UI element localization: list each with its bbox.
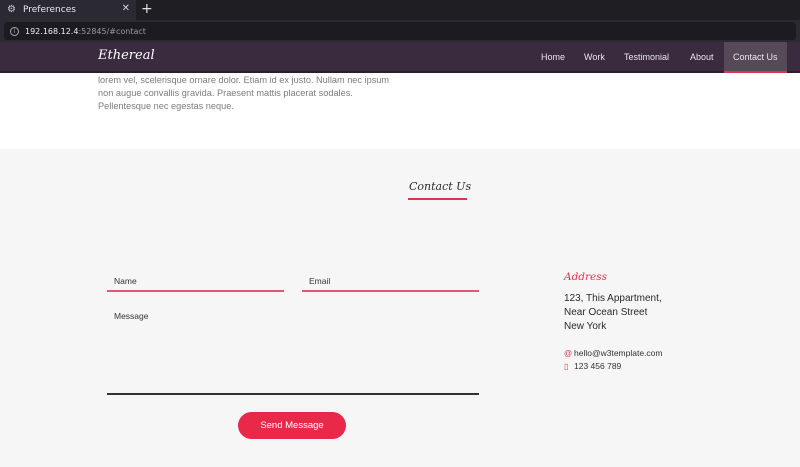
nav-home[interactable]: Home bbox=[541, 42, 565, 73]
nav-contact-us[interactable]: Contact Us bbox=[724, 42, 787, 73]
gear-icon: ⚙ bbox=[7, 4, 16, 15]
address-bar[interactable]: i 192.168.12.4:52845/#contact bbox=[4, 22, 796, 40]
message-field-underline bbox=[107, 393, 479, 395]
title-underline bbox=[408, 198, 467, 200]
address-line: Near Ocean Street bbox=[564, 307, 648, 318]
email-field[interactable]: Email bbox=[309, 276, 330, 286]
intro-line: non augue convallis gravida. Praesent ma… bbox=[98, 88, 353, 98]
email-address[interactable]: hello@w3template.com bbox=[574, 348, 662, 358]
intro-line: Pellentesque nec egestas neque. bbox=[98, 101, 234, 111]
intro-line: lorem vel, scelerisque ornare dolor. Eti… bbox=[98, 75, 390, 85]
url-path: :52845/#contact bbox=[78, 26, 146, 36]
browser-tab[interactable]: ⚙ Preferences ✕ bbox=[0, 0, 136, 20]
tab-title: Preferences bbox=[23, 5, 76, 15]
close-icon[interactable]: ✕ bbox=[122, 3, 130, 14]
browser-toolbar: i 192.168.12.4:52845/#contact bbox=[0, 20, 800, 42]
browser-tab-bar: ⚙ Preferences ✕ + bbox=[0, 0, 800, 20]
address-line: New York bbox=[564, 321, 607, 332]
info-icon[interactable]: i bbox=[10, 26, 19, 36]
intro-text: lorem vel, scelerisque ornare dolor. Eti… bbox=[98, 74, 433, 113]
about-section: lorem vel, scelerisque ornare dolor. Eti… bbox=[0, 73, 800, 149]
phone-number[interactable]: 123 456 789 bbox=[574, 361, 621, 371]
send-message-button[interactable]: Send Message bbox=[238, 412, 346, 439]
nav-about[interactable]: About bbox=[690, 42, 714, 73]
address-line: 123, This Appartment, bbox=[564, 293, 662, 304]
phone-row: ▯ 123 456 789 bbox=[564, 361, 621, 371]
email-row: @ hello@w3template.com bbox=[564, 348, 662, 358]
url-host: 192.168.12.4 bbox=[25, 26, 79, 36]
site-logo[interactable]: Ethereal bbox=[98, 48, 155, 63]
new-tab-icon[interactable]: + bbox=[141, 1, 153, 17]
email-field-underline bbox=[302, 290, 479, 292]
message-field[interactable]: Message bbox=[114, 311, 149, 321]
nav-testimonial[interactable]: Testimonial bbox=[624, 42, 669, 73]
address-heading: Address bbox=[564, 271, 608, 283]
name-field[interactable]: Name bbox=[114, 276, 137, 286]
nav-work[interactable]: Work bbox=[584, 42, 605, 73]
site-navbar: Ethereal Home Work Testimonial About Con… bbox=[0, 42, 800, 73]
section-title: Contact Us bbox=[409, 180, 472, 193]
phone-icon: ▯ bbox=[564, 361, 569, 371]
at-icon: @ bbox=[564, 348, 573, 358]
name-field-underline bbox=[107, 290, 284, 292]
